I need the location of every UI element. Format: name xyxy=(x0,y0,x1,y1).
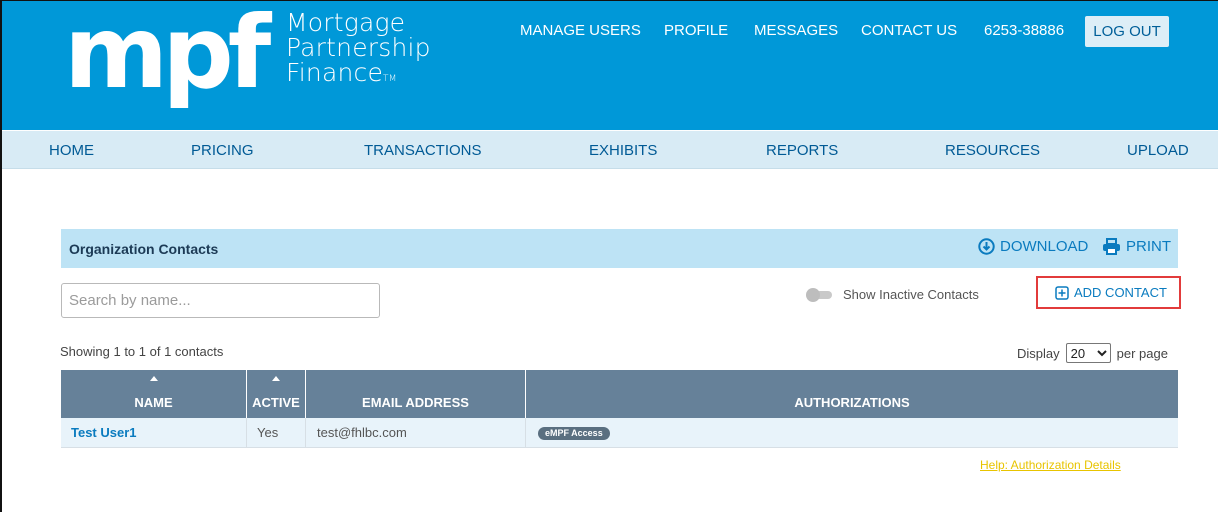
column-header-email[interactable]: EMAIL ADDRESS xyxy=(306,370,526,418)
column-header-active[interactable]: ACTIVE xyxy=(247,370,306,418)
column-header-active-label: ACTIVE xyxy=(252,395,300,410)
contact-email-cell: test@fhlbc.com xyxy=(306,418,526,448)
sort-asc-icon xyxy=(149,376,158,381)
mainnav-upload[interactable]: UPLOAD xyxy=(1127,142,1189,159)
column-header-authorizations-label: AUTHORIZATIONS xyxy=(794,395,910,410)
display-suffix: per page xyxy=(1116,345,1168,361)
help-authorization-link[interactable]: Help: Authorization Details xyxy=(980,458,1121,472)
mainnav-transactions[interactable]: TRANSACTIONS xyxy=(364,142,482,159)
add-contact-label: ADD CONTACT xyxy=(1074,285,1167,300)
print-label: PRINT xyxy=(1126,238,1171,255)
nav-messages[interactable]: MESSAGES xyxy=(754,22,838,39)
nav-contact-us[interactable]: CONTACT US xyxy=(861,22,957,39)
page-size-control: Display 20 per page xyxy=(1017,343,1168,363)
table-row: Test User1 Yes test@fhlbc.com eMPF Acces… xyxy=(61,418,1178,448)
column-header-name-label: NAME xyxy=(134,395,173,410)
download-label: DOWNLOAD xyxy=(1000,238,1089,255)
inactive-contacts-toggle[interactable] xyxy=(806,288,834,302)
mainnav-pricing[interactable]: PRICING xyxy=(191,142,254,159)
top-navigation: MANAGE USERS PROFILE MESSAGES CONTACT US… xyxy=(2,22,1218,42)
sort-asc-icon xyxy=(272,376,280,381)
page-size-select[interactable]: 20 xyxy=(1065,343,1111,363)
mainnav-home[interactable]: HOME xyxy=(49,142,94,159)
main-navigation: HOME PRICING TRANSACTIONS EXHIBITS REPOR… xyxy=(2,131,1218,169)
contact-name-link[interactable]: Test User1 xyxy=(61,418,247,448)
column-header-name[interactable]: NAME xyxy=(61,370,247,418)
contact-active-cell: Yes xyxy=(247,418,306,448)
mainnav-exhibits[interactable]: EXHIBITS xyxy=(589,142,657,159)
nav-profile[interactable]: PROFILE xyxy=(664,22,728,39)
site-header: mpf Mortgage Partnership FinanceTM MANAG… xyxy=(2,1,1218,130)
column-header-authorizations: AUTHORIZATIONS xyxy=(526,370,1178,418)
brand-name-line-3: Finance xyxy=(286,58,384,87)
account-number: 6253-38886 xyxy=(984,22,1065,39)
table-header: NAME ACTIVE EMAIL ADDRESS AUTHORIZATIONS xyxy=(61,370,1178,418)
mainnav-reports[interactable]: REPORTS xyxy=(766,142,838,159)
search-input[interactable] xyxy=(61,283,380,318)
printer-icon xyxy=(1103,238,1120,255)
column-header-email-label: EMAIL ADDRESS xyxy=(362,395,469,410)
add-contact-button[interactable]: ADD CONTACT xyxy=(1055,285,1167,300)
download-button[interactable]: DOWNLOAD xyxy=(978,238,1088,255)
toggle-label: Show Inactive Contacts xyxy=(843,287,979,302)
contact-authorizations-cell: eMPF Access xyxy=(526,418,1178,448)
panel-header: Organization Contacts DOWNLOAD PRINT xyxy=(61,229,1178,268)
toggle-knob xyxy=(806,288,820,302)
logo-letters: mpf xyxy=(64,5,273,111)
panel-title: Organization Contacts xyxy=(69,241,219,257)
print-button[interactable]: PRINT xyxy=(1102,238,1171,255)
authorization-badge: eMPF Access xyxy=(538,427,610,441)
nav-manage-users[interactable]: MANAGE USERS xyxy=(520,22,641,39)
contacts-table: NAME ACTIVE EMAIL ADDRESS AUTHORIZATIONS… xyxy=(61,370,1178,448)
display-prefix: Display xyxy=(1017,345,1060,361)
mainnav-resources[interactable]: RESOURCES xyxy=(945,142,1040,159)
results-count: Showing 1 to 1 of 1 contacts xyxy=(60,344,224,359)
download-icon xyxy=(978,238,995,255)
plus-square-icon xyxy=(1055,285,1069,300)
trademark-mark: TM xyxy=(383,74,397,84)
logout-button[interactable]: LOG OUT xyxy=(1085,16,1169,47)
